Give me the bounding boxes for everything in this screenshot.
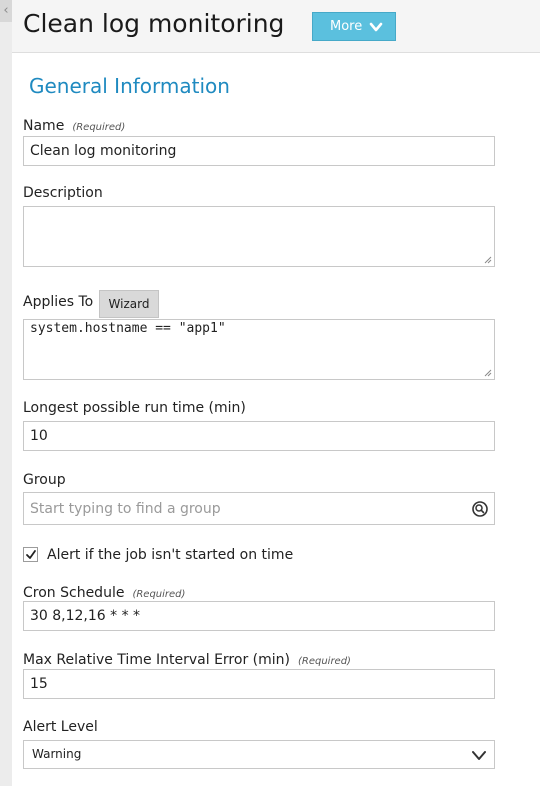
max-error-label-text: Max Relative Time Interval Error (min) — [23, 652, 290, 668]
checkmark-icon — [26, 550, 36, 559]
wizard-button[interactable]: Wizard — [99, 290, 159, 318]
chevron-down-icon — [369, 22, 383, 32]
applies-to-value: system.hostname == "app1" — [30, 321, 226, 336]
section-title: General Information — [29, 74, 230, 98]
applies-to-field[interactable]: system.hostname == "app1" — [23, 319, 495, 380]
alert-not-started-label: Alert if the job isn't started on time — [47, 547, 294, 563]
resize-handle-icon[interactable] — [484, 369, 492, 377]
page-title: Clean log monitoring — [23, 9, 285, 38]
chevron-down-icon — [472, 751, 486, 760]
longest-run-label: Longest possible run time (min) — [23, 400, 246, 416]
alert-level-label: Alert Level — [23, 719, 98, 735]
applies-to-label: Applies To — [23, 294, 94, 310]
group-placeholder: Start typing to find a group — [30, 501, 221, 517]
alert-level-value: Warning — [32, 747, 82, 761]
chevron-left-icon[interactable]: ‹ — [0, 0, 12, 22]
alert-not-started-checkbox[interactable] — [23, 547, 38, 562]
cron-value: 30 8,12,16 * * * — [30, 608, 141, 624]
search-icon[interactable] — [472, 501, 488, 517]
max-error-field[interactable]: 15 — [23, 669, 495, 699]
description-label: Description — [23, 185, 103, 201]
resize-handle-icon[interactable] — [484, 256, 492, 264]
alert-level-select[interactable]: Warning — [23, 740, 495, 769]
more-button[interactable]: More — [312, 12, 396, 41]
required-tag: (Required) — [132, 589, 186, 600]
cron-label-text: Cron Schedule — [23, 585, 125, 601]
name-label: Name (Required) — [23, 118, 125, 134]
name-field[interactable]: Clean log monitoring — [23, 136, 495, 166]
max-error-value: 15 — [30, 676, 48, 692]
description-field[interactable] — [23, 206, 495, 267]
page-header: Clean log monitoring More — [12, 0, 540, 53]
cron-label: Cron Schedule (Required) — [23, 585, 185, 601]
max-error-label: Max Relative Time Interval Error (min) (R… — [23, 652, 351, 668]
description-value — [24, 207, 494, 211]
required-tag: (Required) — [72, 122, 126, 133]
longest-run-value: 10 — [30, 428, 48, 444]
more-button-label: More — [330, 19, 363, 34]
cron-schedule-field[interactable]: 30 8,12,16 * * * — [23, 601, 495, 631]
group-label: Group — [23, 472, 66, 488]
longest-run-field[interactable]: 10 — [23, 421, 495, 451]
name-value: Clean log monitoring — [30, 143, 177, 159]
required-tag: (Required) — [297, 656, 351, 667]
group-search-input[interactable]: Start typing to find a group — [23, 492, 495, 525]
name-label-text: Name — [23, 118, 65, 134]
